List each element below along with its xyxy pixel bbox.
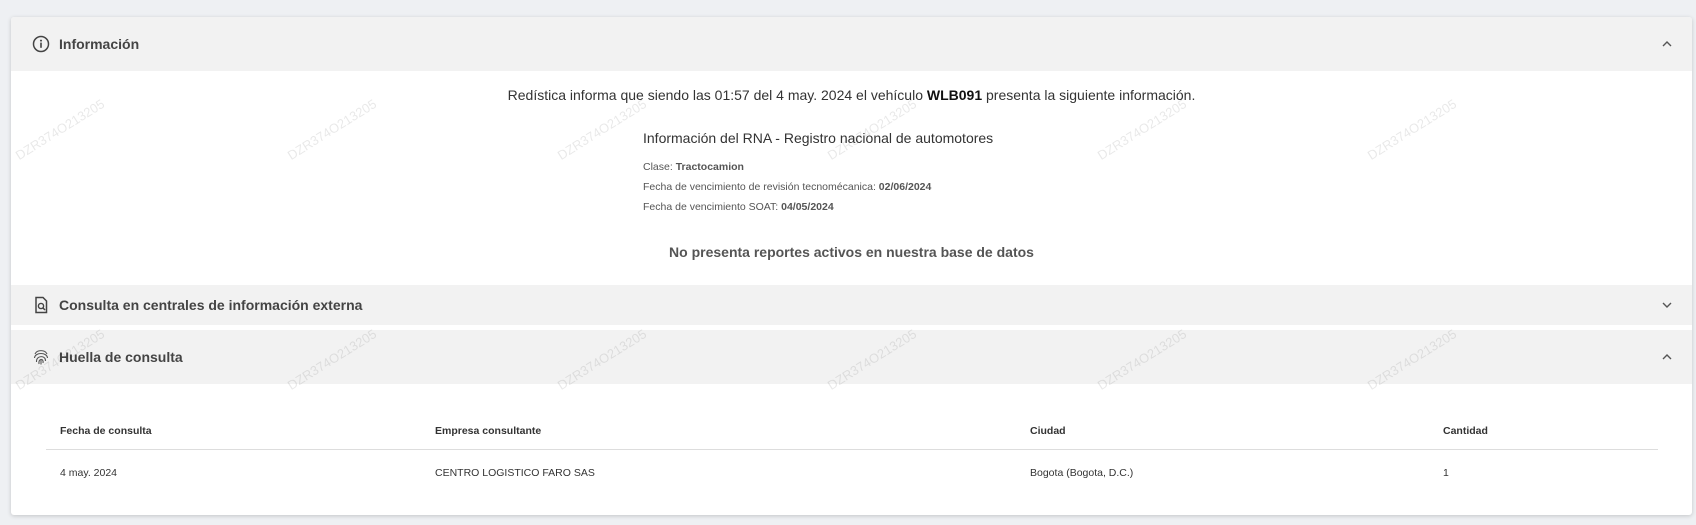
info-circle-icon [31, 34, 51, 54]
rna-tecno-label: Fecha de vencimiento de revisión tecnomé… [643, 181, 879, 193]
rna-clase: Clase: Tractocamion [643, 160, 993, 180]
watermark: DZR374O213205 [1094, 96, 1190, 163]
watermark: DZR374O213205 [12, 96, 108, 163]
table-header-row: Fecha de consulta Empresa consultante Ci… [46, 413, 1658, 450]
huella-section-title: Huella de consulta [59, 349, 183, 365]
external-section-title: Consulta en centrales de información ext… [59, 297, 363, 313]
info-section-header[interactable]: Información [11, 17, 1692, 71]
summary-prefix: Redística informa que siendo las 01:57 d… [507, 87, 927, 103]
summary-text: Redística informa que siendo las 01:57 d… [11, 87, 1692, 103]
chevron-down-icon[interactable] [1660, 298, 1674, 312]
watermark: DZR374O213205 [284, 96, 380, 163]
column-header: Ciudad [1016, 413, 1429, 450]
chevron-up-icon[interactable] [1660, 350, 1674, 364]
rna-soat-label: Fecha de vencimiento SOAT: [643, 201, 782, 213]
info-section-title: Información [59, 36, 140, 52]
table-cell: 4 may. 2024 [60, 467, 118, 479]
rna-tecnomecanica: Fecha de vencimiento de revisión tecnomé… [643, 180, 993, 200]
table-row: 4 may. 2024 CENTRO LOGISTICO FARO SAS Bo… [46, 450, 1658, 497]
column-header: Cantidad [1429, 413, 1658, 450]
rna-title: Información del RNA - Registro nacional … [643, 130, 994, 146]
no-reports-message: No presenta reportes activos en nuestra … [669, 244, 1034, 260]
document-search-icon [31, 295, 51, 315]
consultas-table: Fecha de consulta Empresa consultante Ci… [46, 413, 1658, 496]
report-card: Información Redística informa que siendo… [11, 17, 1692, 515]
table-cell: Bogota (Bogota, D.C.) [1030, 467, 1134, 479]
external-section-header[interactable]: Consulta en centrales de información ext… [11, 285, 1692, 325]
table-cell: CENTRO LOGISTICO FARO SAS [435, 467, 595, 479]
table-cell: 1 [1443, 467, 1449, 479]
column-header: Fecha de consulta [46, 413, 421, 450]
rna-tecno-value: 02/06/2024 [878, 181, 932, 193]
summary-suffix: presenta la siguiente información. [982, 87, 1196, 103]
rna-info-block: Información del RNA - Registro nacional … [643, 130, 993, 220]
fingerprint-icon [31, 347, 51, 367]
huella-section-header[interactable]: Huella de consulta [11, 330, 1692, 384]
rna-soat-value: 04/05/2024 [781, 201, 834, 213]
rna-clase-label: Clase: [643, 161, 676, 173]
vehicle-plate: WLB091 [926, 87, 983, 103]
chevron-up-icon[interactable] [1660, 37, 1674, 51]
column-header: Empresa consultante [421, 413, 1016, 450]
watermark: DZR374O213205 [1364, 96, 1460, 163]
watermark: DZR374O213205 [554, 96, 650, 163]
rna-clase-value: Tractocamion [675, 161, 744, 173]
rna-soat: Fecha de vencimiento SOAT: 04/05/2024 [643, 200, 993, 220]
